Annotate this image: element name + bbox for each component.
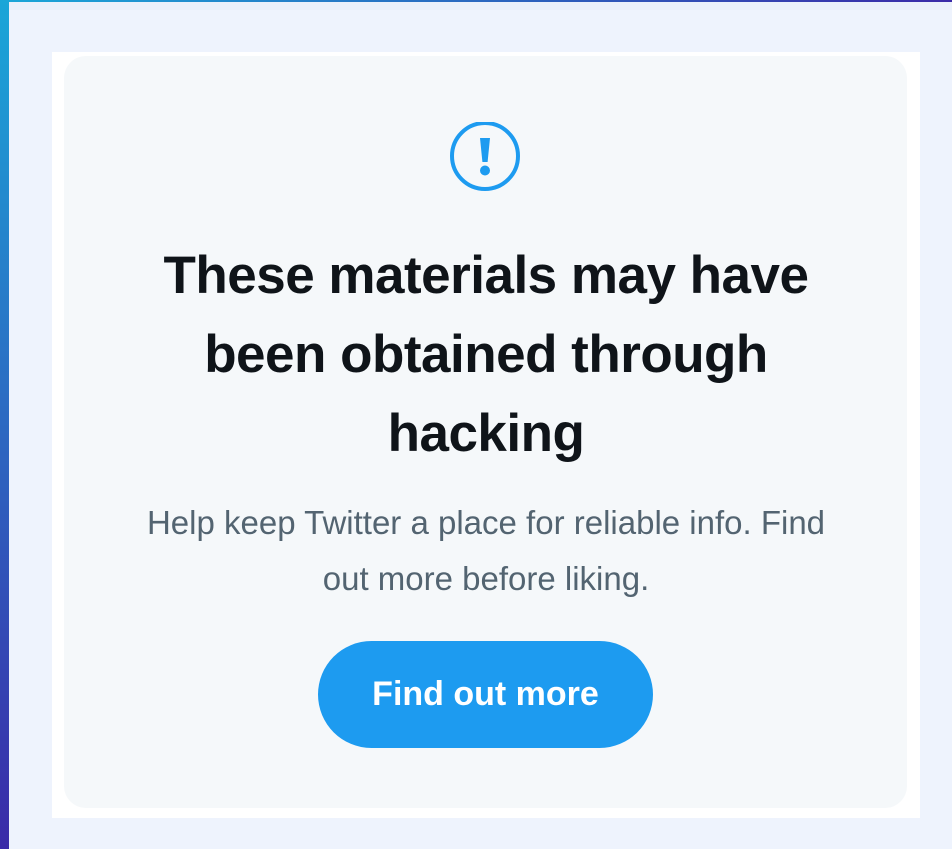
frame-left-border: [0, 0, 9, 849]
find-out-more-button[interactable]: Find out more: [318, 641, 653, 748]
alert-circle-icon: [450, 122, 520, 191]
warning-headline: These materials may have been obtained t…: [163, 246, 810, 463]
frame-inner-strip: [9, 2, 952, 10]
warning-body-text: Help keep Twitter a place for reliable i…: [146, 504, 826, 597]
